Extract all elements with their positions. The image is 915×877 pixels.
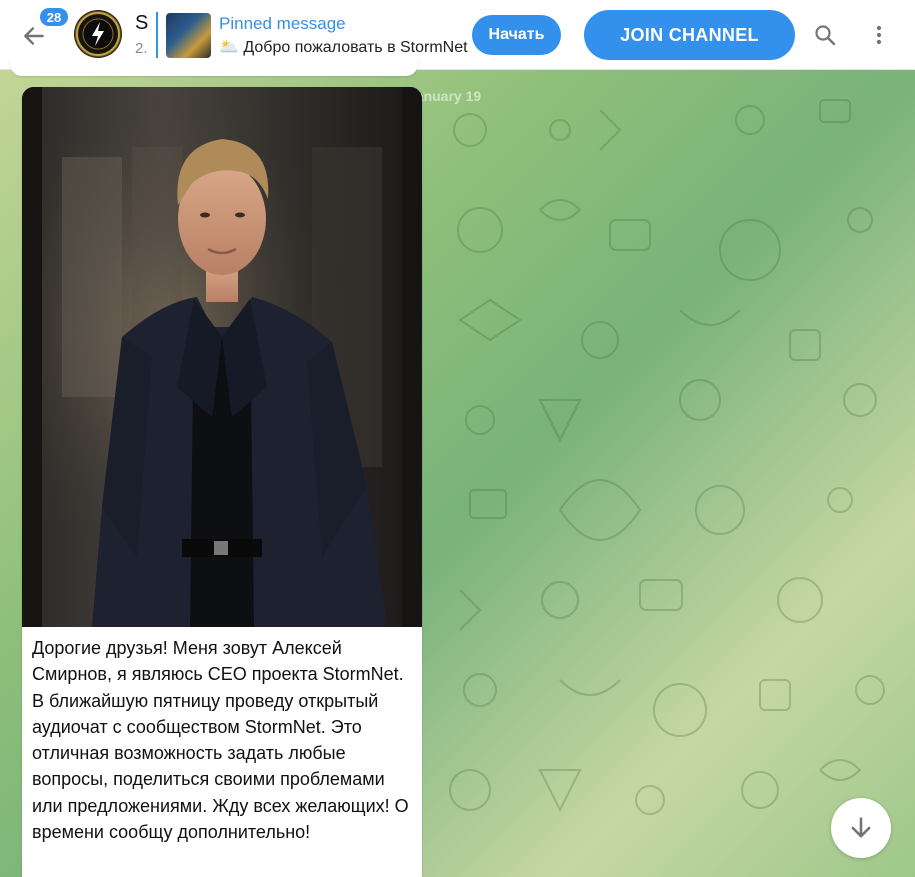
pinned-message-text[interactable]: 🌥️ Добро пожаловать в StormNet <box>219 37 469 57</box>
pinned-thumbnail[interactable] <box>166 13 211 58</box>
arrow-down-icon <box>851 817 871 838</box>
join-channel-button[interactable]: JOIN CHANNEL <box>584 10 795 60</box>
lightning-icon <box>76 12 120 56</box>
message-photo[interactable] <box>22 87 422 627</box>
more-options-button[interactable] <box>860 15 898 55</box>
back-arrow-icon <box>24 27 44 45</box>
chat-title: S <box>135 12 149 34</box>
person-photo-illustration <box>22 87 422 627</box>
message-text: Дорогие друзья! Меня зовут Алексей Смирн… <box>32 638 409 843</box>
pinned-message-label[interactable]: Pinned message <box>219 14 346 34</box>
chat-subtitle: 2. <box>135 40 148 57</box>
channel-avatar[interactable] <box>74 10 122 58</box>
scroll-to-bottom-button[interactable] <box>831 798 891 858</box>
search-icon <box>815 25 836 46</box>
start-button[interactable]: Начать <box>472 15 561 55</box>
search-button[interactable] <box>806 15 844 55</box>
more-vertical-icon <box>876 25 882 45</box>
pinned-indicator-bar <box>156 12 158 58</box>
message-bubble[interactable]: Дорогие друзья! Меня зовут Алексей Смирн… <box>22 87 422 877</box>
previous-message-bubble <box>10 60 418 76</box>
unread-count-badge: 28 <box>38 6 70 28</box>
